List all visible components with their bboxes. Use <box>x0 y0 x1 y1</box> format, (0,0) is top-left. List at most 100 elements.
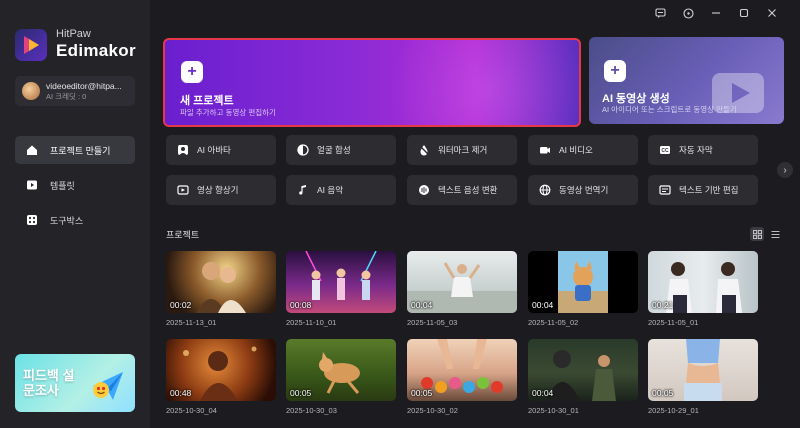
brand-name: Edimakor <box>56 41 136 60</box>
project-thumbnail[interactable]: 00:04 <box>407 251 517 313</box>
feature-label: AI 아바타 <box>197 145 231 155</box>
project-duration: 00:04 <box>532 388 554 398</box>
project-thumbnail[interactable]: 00:04 <box>528 339 638 401</box>
brand-company: HitPaw <box>56 28 91 40</box>
toolbox-icon <box>25 214 38 227</box>
template-icon <box>25 179 38 192</box>
project-thumbnail[interactable]: 00:05 <box>648 339 758 401</box>
project-duration: 00:05 <box>652 388 674 398</box>
feedback-icon[interactable] <box>646 5 674 21</box>
sidebar-item-toolbox[interactable]: 도구박스 <box>15 206 135 234</box>
project-thumbnail[interactable]: 00:02 <box>166 251 276 313</box>
info-icon[interactable] <box>674 5 702 21</box>
plus-icon: + <box>604 60 626 82</box>
maximize-icon[interactable] <box>730 5 758 21</box>
feature-label: AI 비디오 <box>559 145 593 155</box>
video-enhance-icon <box>176 183 190 197</box>
feature-label: 얼굴 합성 <box>317 145 351 155</box>
avatar-icon <box>176 143 190 157</box>
new-project-subtitle: 파일 추가하고 동영상 편집하기 <box>180 108 276 117</box>
projects-section-title: 프로젝트 <box>166 230 200 240</box>
view-toggle <box>750 227 782 241</box>
promo-text: 피드백 설문조사 <box>23 368 75 398</box>
feature-label: 자동 자막 <box>679 145 713 155</box>
project-thumbnail[interactable]: 00:05 <box>407 339 517 401</box>
new-project-title: 새 프로젝트 <box>180 95 234 107</box>
project-name: 2025-10-30_02 <box>407 406 458 415</box>
feedback-survey-banner[interactable]: 피드백 설문조사 <box>15 354 135 412</box>
feature-watermark-remove-button[interactable]: 워터마크 제거 <box>407 135 517 165</box>
watermark-remove-icon <box>417 143 431 157</box>
sidebar: HitPaw Edimakor videoeditor@hitpa... AI … <box>0 0 150 428</box>
subtitle-icon: CC <box>658 143 672 157</box>
ai-video-generate-card[interactable]: + AI 동영상 생성 AI 아이디어 또는 스크립트로 동영상 만들기 <box>589 37 784 124</box>
user-account-card[interactable]: videoeditor@hitpa... AI 크레딧 : 0 <box>15 76 135 106</box>
project-duration: 00:05 <box>411 388 433 398</box>
feature-text-based-edit-button[interactable]: 텍스트 기반 편집 <box>648 175 758 205</box>
feature-label: AI 음악 <box>317 185 344 195</box>
feature-label: 텍스트 기반 편집 <box>679 185 739 195</box>
ai-music-icon <box>296 183 310 197</box>
project-card[interactable]: 00:05 2025-10-30_02 <box>407 339 517 415</box>
project-card[interactable]: 00:04 2025-11-05_02 <box>528 251 638 327</box>
list-view-icon[interactable] <box>768 227 782 241</box>
window-controls <box>646 5 786 21</box>
project-duration: 00:04 <box>532 300 554 310</box>
project-thumbnail[interactable]: 00:08 <box>286 251 396 313</box>
project-name: 2025-10-30_04 <box>166 406 217 415</box>
project-card[interactable]: 00:04 2025-11-05_03 <box>407 251 517 327</box>
project-name: 2025-11-05_02 <box>528 318 579 327</box>
feature-label: 텍스트 음성 변환 <box>438 185 498 195</box>
ai-video-subtitle: AI 아이디어 또는 스크립트로 동영상 만들기 <box>602 105 737 114</box>
feature-auto-subtitle-button[interactable]: CC 자동 자막 <box>648 135 758 165</box>
feature-video-translator-button[interactable]: 동영상 번역기 <box>528 175 638 205</box>
project-card[interactable]: 00:04 2025-10-30_01 <box>528 339 638 415</box>
user-email: videoeditor@hitpa... <box>46 80 122 91</box>
feature-label: 워터마크 제거 <box>438 145 488 155</box>
emoji-paper-plane-icon <box>93 372 123 400</box>
brand: HitPaw Edimakor <box>15 28 136 61</box>
minimize-icon[interactable] <box>702 5 730 21</box>
feature-label: 영상 향상기 <box>197 185 239 195</box>
project-thumbnail[interactable]: 00:05 <box>286 339 396 401</box>
feature-label: 동영상 번역기 <box>559 185 609 195</box>
project-duration: 00:04 <box>411 300 433 310</box>
feature-ai-video-button[interactable]: AI 비디오 <box>528 135 638 165</box>
project-duration: 00:08 <box>290 300 312 310</box>
project-thumbnail[interactable]: 00:48 <box>166 339 276 401</box>
project-name: 2025-11-10_01 <box>286 318 337 327</box>
sidebar-item-template[interactable]: 템플릿 <box>15 171 135 199</box>
project-card[interactable]: 00:05 2025-10-29_01 <box>648 339 758 415</box>
project-thumbnail[interactable]: 00:04 <box>528 251 638 313</box>
project-card[interactable]: 00:48 2025-10-30_04 <box>166 339 276 415</box>
feature-face-swap-button[interactable]: 얼굴 합성 <box>286 135 396 165</box>
project-thumbnail[interactable]: 00:21 <box>648 251 758 313</box>
chevron-right-icon[interactable]: › <box>777 162 793 178</box>
app-logo <box>15 28 47 61</box>
project-name: 2025-10-30_03 <box>286 406 337 415</box>
project-card[interactable]: 00:08 2025-11-10_01 <box>286 251 396 327</box>
project-name: 2025-11-13_01 <box>166 318 217 327</box>
grid-view-icon[interactable] <box>750 227 764 241</box>
project-duration: 00:21 <box>652 300 674 310</box>
close-icon[interactable] <box>758 5 786 21</box>
project-name: 2025-11-05_03 <box>407 318 458 327</box>
home-icon <box>25 144 38 157</box>
svg-text:CC: CC <box>661 148 669 154</box>
sidebar-item-label: 프로젝트 만들기 <box>50 145 111 156</box>
project-card[interactable]: 00:02 2025-11-13_01 <box>166 251 276 327</box>
project-name: 2025-10-29_01 <box>648 406 699 415</box>
feature-ai-avatar-button[interactable]: AI 아바타 <box>166 135 276 165</box>
sidebar-item-create-project[interactable]: 프로젝트 만들기 <box>15 136 135 164</box>
project-card[interactable]: 00:05 2025-10-30_03 <box>286 339 396 415</box>
project-card[interactable]: 00:21 2025-11-05_01 <box>648 251 758 327</box>
feature-video-enhancer-button[interactable]: 영상 향상기 <box>166 175 276 205</box>
ai-video-icon <box>538 143 552 157</box>
feature-tts-button[interactable]: 텍스트 음성 변환 <box>407 175 517 205</box>
avatar <box>22 82 40 100</box>
face-swap-icon <box>296 143 310 157</box>
new-project-card[interactable]: + 새 프로젝트 파일 추가하고 동영상 편집하기 <box>163 38 581 127</box>
feature-ai-music-button[interactable]: AI 음악 <box>286 175 396 205</box>
plus-icon: + <box>181 61 203 83</box>
ai-credit: AI 크레딧 : 0 <box>46 91 87 101</box>
